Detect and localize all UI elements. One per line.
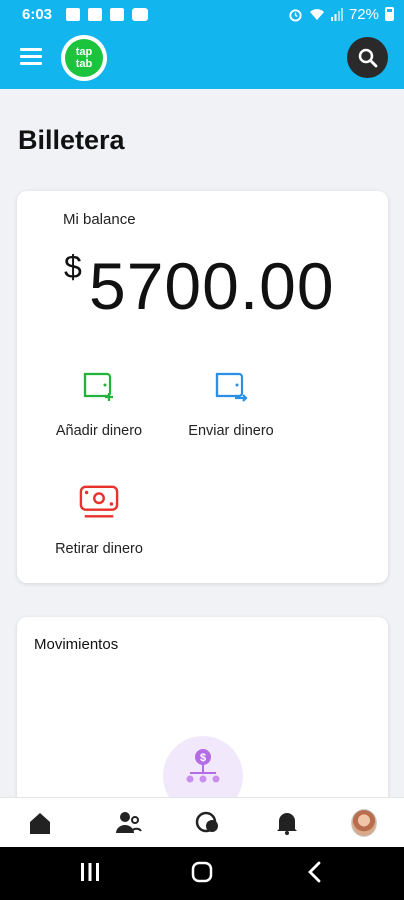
system-navigation-bar	[0, 847, 404, 900]
search-button[interactable]	[347, 37, 388, 78]
send-money-button[interactable]: Enviar dinero	[183, 365, 279, 439]
app-notification-icon	[88, 7, 103, 21]
money-network-icon: $	[186, 749, 220, 783]
battery-icon	[385, 7, 394, 21]
app-bar: tap tab	[0, 28, 404, 89]
add-money-label: Añadir dinero	[55, 423, 143, 439]
wifi-icon	[309, 9, 324, 20]
wallet-add-icon	[79, 365, 119, 405]
friends-icon[interactable]	[116, 810, 142, 836]
home-button-icon[interactable]	[191, 861, 213, 888]
send-money-label: Enviar dinero	[188, 423, 274, 439]
status-time: 6:03	[22, 5, 53, 23]
signal-icon	[330, 8, 343, 21]
gallery-notification-icon	[66, 7, 81, 21]
app-notification-icon-2	[110, 7, 125, 21]
movements-title: Movimientos	[34, 636, 119, 653]
back-icon[interactable]	[306, 861, 322, 888]
menu-icon[interactable]	[20, 48, 42, 66]
chat-icon[interactable]	[195, 810, 221, 836]
home-icon[interactable]	[27, 810, 53, 836]
youtube-notification-icon	[132, 7, 149, 21]
alarm-icon	[289, 8, 302, 22]
balance-card: Mi balance $ 5700.00 Añadir dinero Envia…	[17, 191, 388, 583]
battery-percent: 72%	[348, 5, 379, 23]
logo-text-bottom: tab	[75, 58, 93, 70]
withdraw-money-button[interactable]: Retirar dinero	[51, 483, 147, 557]
bell-icon[interactable]	[274, 810, 300, 836]
cash-withdraw-icon	[79, 483, 119, 523]
wallet-send-icon	[211, 365, 251, 405]
svg-text:$: $	[200, 752, 206, 764]
logo-text-top: tap	[75, 46, 93, 58]
logo-mark: tap tab	[65, 39, 103, 77]
bottom-navigation	[0, 797, 404, 847]
currency-symbol: $	[64, 249, 82, 285]
withdraw-money-label: Retirar dinero	[55, 541, 143, 557]
app-logo[interactable]: tap tab	[61, 35, 107, 81]
profile-avatar[interactable]	[351, 809, 377, 837]
add-money-button[interactable]: Añadir dinero	[51, 365, 147, 439]
avatar	[351, 809, 377, 837]
page-title: Billetera	[18, 125, 125, 155]
recent-apps-icon[interactable]	[81, 861, 99, 888]
balance-label: Mi balance	[63, 211, 136, 228]
system-icons: 72%	[288, 6, 394, 23]
notification-icons	[66, 7, 149, 21]
status-bar: 6:03 72%	[0, 0, 404, 28]
search-icon	[358, 48, 377, 67]
balance-amount: 5700.00	[89, 249, 335, 323]
movements-card: Movimientos $	[17, 617, 388, 817]
